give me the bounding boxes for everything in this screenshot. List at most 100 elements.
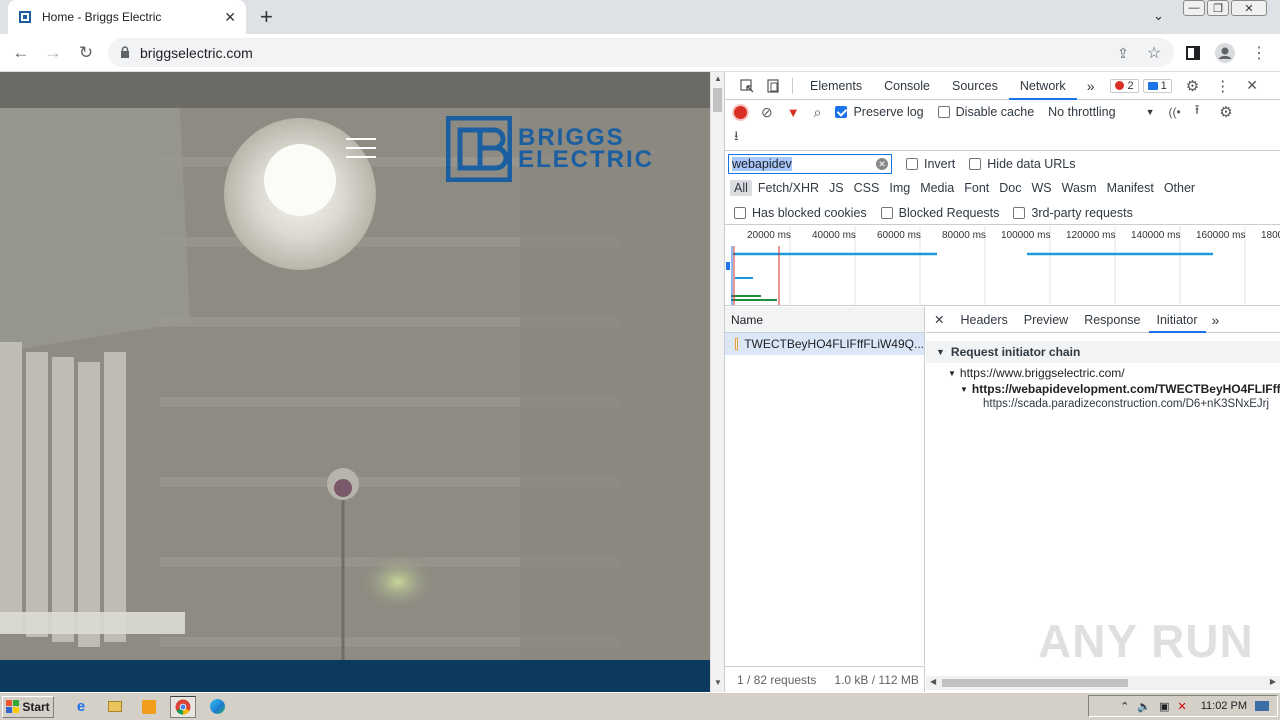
third-party-checkbox[interactable]: 3rd-party requests xyxy=(1013,206,1133,220)
page-scrollbar[interactable]: ▲ ▼ xyxy=(710,72,724,692)
initiator-chain-level3[interactable]: https://scada.paradizeconstruction.com/D… xyxy=(983,398,1280,410)
initiator-url-1: https://www.briggselectric.com/ xyxy=(959,366,1125,380)
import-har-icon[interactable]: ⭱ xyxy=(1195,101,1200,123)
tab-close-icon[interactable]: ✕ xyxy=(224,9,236,26)
detail-tab-initiator[interactable]: Initiator xyxy=(1148,307,1206,333)
chrome-taskbar-icon[interactable] xyxy=(170,695,196,718)
throttling-select[interactable]: No throttling ▼ xyxy=(1048,105,1154,119)
clock[interactable]: 11:02 PM xyxy=(1201,700,1247,712)
detail-horizontal-scrollbar[interactable]: ◀ ▶ xyxy=(926,676,1280,690)
type-filter-wasm[interactable]: Wasm xyxy=(1058,180,1101,196)
address-bar[interactable]: briggselectric.com xyxy=(108,38,1174,67)
request-row[interactable]: TWECTBeyHO4FLIFffFLiW49Q... xyxy=(725,333,924,355)
maximize-button[interactable]: ❐ xyxy=(1207,0,1229,16)
clear-icon[interactable]: ⊘ xyxy=(761,104,773,121)
error-badge[interactable]: 2 xyxy=(1110,78,1139,93)
page-footer-band xyxy=(0,660,710,692)
tab-search-icon[interactable]: ⌄ xyxy=(1153,8,1164,24)
edge-icon[interactable] xyxy=(204,696,230,718)
disable-cache-checkbox[interactable]: Disable cache xyxy=(937,105,1034,119)
devtools-menu-icon[interactable]: ⋮ xyxy=(1215,77,1230,95)
type-filter-doc[interactable]: Doc xyxy=(995,180,1025,196)
site-logo[interactable]: BRIGGS ELECTRIC xyxy=(446,116,654,182)
initiator-chain-level1[interactable]: ▼ https://www.briggselectric.com/ xyxy=(948,366,1125,380)
collapse-triangle-icon[interactable]: ▼ xyxy=(936,347,945,357)
volume-icon[interactable]: 🔈 xyxy=(1137,700,1151,713)
detail-tab-preview[interactable]: Preview xyxy=(1016,313,1076,327)
detail-tab-response[interactable]: Response xyxy=(1076,313,1148,327)
type-filter-media[interactable]: Media xyxy=(916,180,958,196)
scroll-down-icon[interactable]: ▼ xyxy=(714,678,722,687)
close-devtools-icon[interactable]: ✕ xyxy=(1246,77,1258,94)
detail-tab-headers[interactable]: Headers xyxy=(952,313,1015,327)
new-tab-button[interactable]: + xyxy=(260,4,273,30)
error-count: 2 xyxy=(1127,79,1134,92)
initiator-chain-level2[interactable]: ▼ https://webapidevelopment.com/TWECTBey… xyxy=(960,382,1280,396)
timeline-overview[interactable]: 20000 ms 40000 ms 60000 ms 80000 ms 1000… xyxy=(725,226,1280,306)
error-icon xyxy=(1115,81,1125,90)
type-filter-other[interactable]: Other xyxy=(1160,180,1199,196)
tab-network[interactable]: Network xyxy=(1008,72,1077,100)
side-panel-icon[interactable] xyxy=(1182,42,1204,64)
horizontal-scroll-thumb[interactable] xyxy=(942,679,1128,687)
file-explorer-icon[interactable] xyxy=(102,696,128,718)
blocked-cookies-checkbox[interactable]: Has blocked cookies xyxy=(734,206,867,220)
record-icon[interactable] xyxy=(734,105,747,119)
type-filter-fetch-xhr[interactable]: Fetch/XHR xyxy=(754,180,823,196)
scroll-thumb[interactable] xyxy=(713,88,722,112)
lock-icon[interactable] xyxy=(120,45,130,61)
reload-icon[interactable]: ↻ xyxy=(75,42,97,64)
network-icon[interactable]: ▣ xyxy=(1159,700,1169,713)
inspect-element-icon[interactable] xyxy=(734,78,760,93)
more-detail-tabs-icon[interactable]: » xyxy=(1206,312,1226,328)
type-filter-img[interactable]: Img xyxy=(885,180,914,196)
tab-sources[interactable]: Sources xyxy=(941,79,1009,93)
filter-funnel-icon[interactable]: ▼ xyxy=(787,105,800,120)
browser-menu-icon[interactable]: ⋮ xyxy=(1248,42,1270,64)
type-filter-font[interactable]: Font xyxy=(960,180,993,196)
type-filter-manifest[interactable]: Manifest xyxy=(1103,180,1158,196)
type-filter-css[interactable]: CSS xyxy=(850,180,884,196)
show-desktop-icon[interactable] xyxy=(1255,701,1269,711)
bookmark-star-icon[interactable]: ☆ xyxy=(1143,42,1165,64)
hide-data-urls-checkbox[interactable]: Hide data URLs xyxy=(969,157,1076,171)
start-button[interactable]: Start xyxy=(2,695,54,718)
filter-input[interactable]: webapidev ✕ xyxy=(728,154,892,174)
browser-tab[interactable]: Home - Briggs Electric ✕ xyxy=(8,0,246,34)
network-conditions-icon[interactable]: ((• xyxy=(1168,105,1180,119)
hamburger-menu-icon[interactable] xyxy=(346,138,376,158)
message-badge[interactable]: 1 xyxy=(1142,78,1172,93)
profile-avatar-icon[interactable] xyxy=(1214,42,1236,64)
share-icon[interactable]: ⇪ xyxy=(1112,42,1134,64)
tray-arrow-icon[interactable]: ⌃ xyxy=(1120,700,1129,713)
media-player-icon[interactable] xyxy=(136,696,162,718)
search-icon[interactable]: ⌕ xyxy=(814,104,822,121)
type-filter-js[interactable]: JS xyxy=(825,180,848,196)
more-tabs-icon[interactable]: » xyxy=(1077,78,1105,94)
throttling-value: No throttling xyxy=(1048,105,1116,119)
tab-console[interactable]: Console xyxy=(873,79,941,93)
invert-checkbox[interactable]: Invert xyxy=(906,157,955,171)
security-icon[interactable]: ✕ xyxy=(1178,700,1187,713)
clear-filter-icon[interactable]: ✕ xyxy=(876,158,888,170)
preserve-log-checkbox[interactable]: Preserve log xyxy=(835,105,924,119)
request-list-header[interactable]: Name xyxy=(725,307,924,333)
scroll-left-icon[interactable]: ◀ xyxy=(930,677,936,686)
scroll-up-icon[interactable]: ▲ xyxy=(714,74,722,83)
tab-elements[interactable]: Elements xyxy=(799,79,873,93)
export-har-icon[interactable]: ⭳ xyxy=(734,127,739,149)
network-settings-icon[interactable]: ⚙ xyxy=(1219,103,1232,121)
anyrun-watermark: ANY RUN xyxy=(1038,615,1254,667)
close-detail-icon[interactable]: ✕ xyxy=(926,312,952,327)
internet-explorer-icon[interactable]: e xyxy=(68,696,94,718)
minimize-button[interactable]: — xyxy=(1183,0,1205,16)
back-icon[interactable]: ← xyxy=(10,42,32,64)
scroll-right-icon[interactable]: ▶ xyxy=(1270,677,1276,686)
blocked-requests-checkbox[interactable]: Blocked Requests xyxy=(880,206,999,220)
close-window-button[interactable]: ✕ xyxy=(1231,0,1267,16)
type-filter-all[interactable]: All xyxy=(730,180,752,196)
type-filter-ws[interactable]: WS xyxy=(1027,180,1055,196)
forward-icon[interactable]: → xyxy=(42,42,64,64)
device-toolbar-icon[interactable] xyxy=(760,78,786,93)
settings-gear-icon[interactable]: ⚙ xyxy=(1186,77,1199,95)
